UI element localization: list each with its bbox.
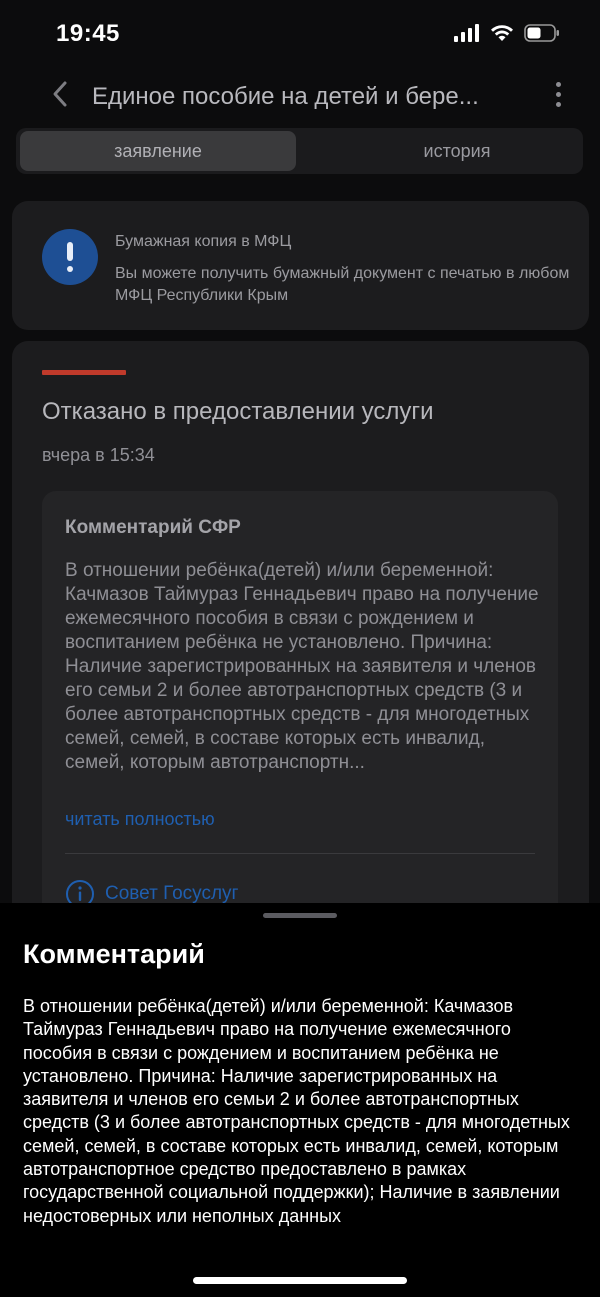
- sheet-grabber[interactable]: [263, 913, 337, 918]
- sheet-text: В отношении ребёнка(детей) и/или беремен…: [23, 996, 570, 1226]
- page-title: Единое пособие на детей и бере...: [92, 83, 479, 110]
- comment-card: Комментарий СФР В отношении ребёнка(дете…: [42, 491, 558, 941]
- application-status-card: Отказано в предоставлении услуги вчера в…: [12, 341, 589, 941]
- segmented-tabs: заявление история: [16, 128, 583, 174]
- status-time: 19:45: [56, 20, 120, 47]
- status-indicator: [42, 370, 126, 375]
- info-title: Бумажная копия в МФЦ: [115, 233, 292, 250]
- wifi-icon: [490, 24, 514, 47]
- home-indicator[interactable]: [193, 1277, 407, 1284]
- comment-title: Комментарий СФР: [65, 517, 241, 538]
- status-timestamp: вчера в 15:34: [42, 445, 155, 465]
- info-card-mfc: Бумажная копия в МФЦ Вы можете получить …: [12, 201, 589, 330]
- tip-label: Совет Госуслуг: [105, 883, 239, 904]
- tab-history[interactable]: история: [316, 131, 598, 171]
- info-text: Вы можете получить бумажный документ с п…: [115, 265, 570, 304]
- read-more-link[interactable]: читать полностью: [65, 809, 215, 830]
- chevron-left-icon: [53, 81, 67, 107]
- status-icons: [454, 24, 560, 47]
- back-button[interactable]: [48, 78, 76, 110]
- comment-bottom-sheet: Комментарий В отношении ребёнка(детей) и…: [0, 903, 600, 1297]
- battery-icon: [524, 24, 560, 47]
- nav-header: Единое пособие на детей и бере...: [0, 66, 600, 126]
- exclamation-icon: [42, 229, 98, 285]
- more-vertical-icon: [555, 82, 561, 87]
- status-heading: Отказано в предоставлении услуги: [42, 398, 434, 425]
- screen: 19:45 Единое пособие на детей и бере... …: [0, 0, 600, 1297]
- status-bar: 19:45: [0, 0, 600, 66]
- sheet-title: Комментарий: [23, 939, 205, 969]
- tab-application[interactable]: заявление: [20, 131, 296, 171]
- divider: [65, 853, 535, 854]
- cellular-signal-icon: [454, 24, 480, 47]
- comment-text: В отношении ребёнка(детей) и/или беремен…: [65, 560, 539, 773]
- more-menu-button[interactable]: [550, 82, 566, 112]
